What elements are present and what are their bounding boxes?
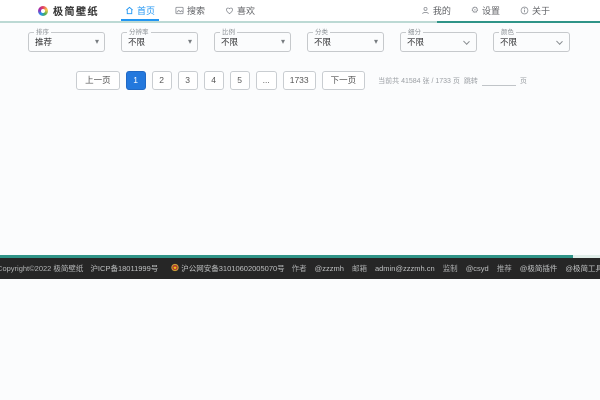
page-button-3[interactable]: 3 — [178, 71, 198, 90]
producer-link[interactable]: @csyd — [466, 264, 489, 273]
nav-item-settings[interactable]: ⚙ 设置 — [461, 0, 510, 21]
page-button-2[interactable]: 2 — [152, 71, 172, 90]
filter-label: 细分 — [406, 29, 423, 37]
page-ellipsis-button[interactable]: ... — [256, 71, 277, 90]
nav-item-about[interactable]: 关于 — [510, 0, 560, 21]
page-button-1[interactable]: 1 — [126, 71, 146, 90]
pagination: 上一页 1 2 3 4 5 ... 1733 下一页 当前共 41584 张 /… — [0, 71, 600, 90]
pagination-total-text: 当前共 41584 张 / 1733 页 — [378, 76, 460, 86]
filter-label: 分辨率 — [127, 29, 151, 37]
user-nav: 我的 ⚙ 设置 关于 — [411, 0, 560, 21]
email-label: 邮箱 — [352, 263, 367, 274]
logo[interactable]: 极简壁纸 — [38, 0, 99, 21]
page-button-4[interactable]: 4 — [204, 71, 224, 90]
police-link: 沪公网安备31010602005070号 — [181, 263, 284, 274]
copyright-text: Copyright©2022 极简壁纸 — [0, 263, 83, 274]
filter-select-color[interactable]: 颜色 不限 — [493, 32, 570, 52]
nav-item-label: 设置 — [482, 4, 500, 17]
email-link[interactable]: admin@zzzmh.cn — [375, 264, 435, 273]
footer: Copyright©2022 极简壁纸 沪ICP备18011999号 沪公网安备… — [0, 258, 600, 279]
recommend-link-tools[interactable]: @极简工具 — [565, 263, 600, 274]
nav-item-label: 关于 — [532, 4, 550, 17]
top-loading-bar — [0, 21, 600, 23]
caret-down-icon: ▾ — [281, 38, 285, 46]
pagination-info: 当前共 41584 张 / 1733 页 跳转 页 — [378, 75, 527, 86]
nav-item-label: 我的 — [433, 4, 451, 17]
caret-down-icon: ▾ — [374, 38, 378, 46]
filter-label: 颜色 — [499, 29, 516, 37]
filter-label: 排序 — [34, 29, 51, 37]
recommend-link-plugin[interactable]: @极简插件 — [520, 263, 558, 274]
home-icon — [125, 6, 134, 15]
icp-link[interactable]: 沪ICP备18011999号 — [90, 263, 158, 274]
jump-unit-label: 页 — [520, 76, 527, 86]
author-link[interactable]: @zzzmh — [315, 264, 344, 273]
caret-down-icon: ▾ — [188, 38, 192, 46]
author-label: 作者 — [292, 263, 307, 274]
filter-select-subcategory[interactable]: 细分 不限 — [400, 32, 477, 52]
search-icon — [175, 6, 184, 15]
logo-icon — [38, 6, 48, 16]
jump-page-input[interactable] — [482, 75, 516, 86]
user-icon — [421, 6, 430, 15]
filter-select-resolution[interactable]: 分辨率 不限 ▾ — [121, 32, 198, 52]
police-badge-icon — [171, 263, 179, 274]
filter-select-sort[interactable]: 排序 推荐 ▾ — [28, 32, 105, 52]
page-button-last[interactable]: 1733 — [283, 71, 316, 90]
filter-select-ratio[interactable]: 比例 不限 ▾ — [214, 32, 291, 52]
nav-item-search[interactable]: 搜索 — [165, 0, 215, 21]
nav-item-likes[interactable]: 喜欢 — [215, 0, 265, 21]
logo-text: 极简壁纸 — [53, 3, 99, 18]
prev-page-button[interactable]: 上一页 — [76, 71, 120, 90]
filter-label: 比例 — [220, 29, 237, 37]
nav-item-label: 搜索 — [187, 4, 205, 17]
producer-label: 监制 — [443, 263, 458, 274]
next-page-button[interactable]: 下一页 — [322, 71, 366, 90]
filter-bar: 排序 推荐 ▾ 分辨率 不限 ▾ 比例 不限 ▾ 分类 不限 ▾ 细分 不限 颜… — [28, 32, 572, 52]
heart-icon — [225, 6, 234, 15]
top-navbar: 极简壁纸 首页 搜索 喜欢 我的 ⚙ — [0, 0, 600, 21]
gear-icon: ⚙ — [471, 6, 479, 15]
filter-select-category[interactable]: 分类 不限 ▾ — [307, 32, 384, 52]
nav-item-mine[interactable]: 我的 — [411, 0, 461, 21]
caret-down-icon: ▾ — [95, 38, 99, 46]
police-record[interactable]: 沪公网安备31010602005070号 — [171, 263, 284, 274]
nav-item-home[interactable]: 首页 — [115, 0, 165, 21]
nav-item-label: 首页 — [137, 4, 155, 17]
main-nav: 首页 搜索 喜欢 — [115, 0, 265, 21]
filter-label: 分类 — [313, 29, 330, 37]
info-icon — [520, 6, 529, 15]
recommend-label: 推荐 — [497, 263, 512, 274]
jump-label: 跳转 — [464, 76, 478, 86]
nav-item-label: 喜欢 — [237, 4, 255, 17]
page-button-5[interactable]: 5 — [230, 71, 250, 90]
